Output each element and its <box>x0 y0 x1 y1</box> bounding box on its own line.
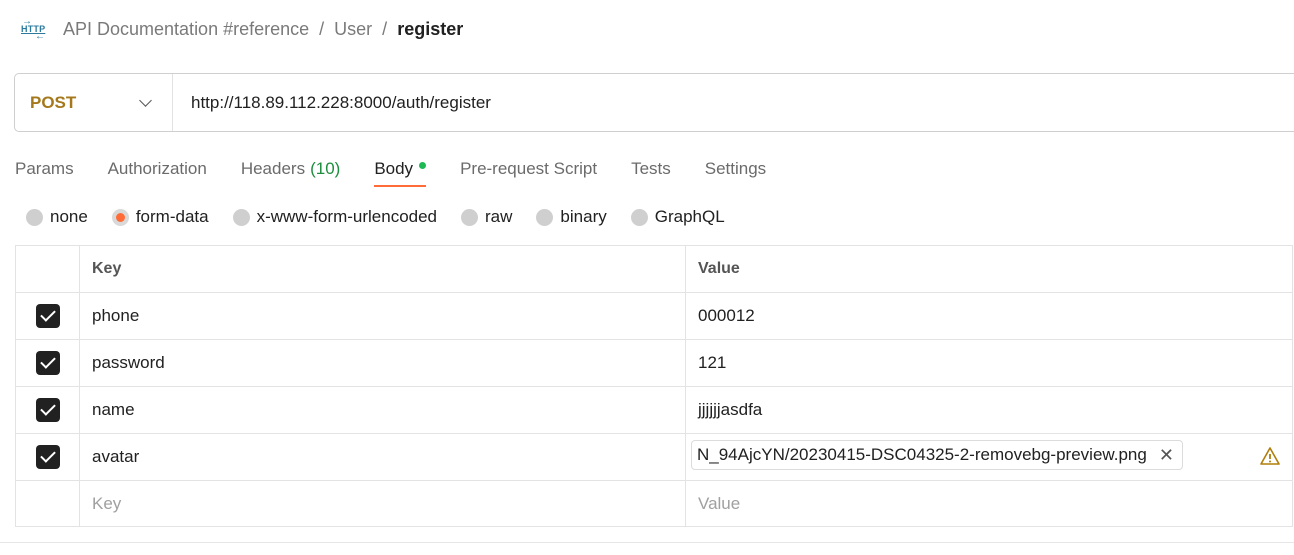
table-row: name jjjjjjasdfa <box>16 387 1292 434</box>
tab-label: Headers <box>240 158 306 178</box>
radio-label: binary <box>560 207 607 226</box>
tab-tests[interactable]: Tests <box>631 150 671 187</box>
value-cell[interactable]: 121 <box>686 340 1292 386</box>
key-cell[interactable]: avatar <box>80 434 686 480</box>
radio-label: x-www-form-urlencoded <box>256 207 438 226</box>
url-input[interactable]: http://118.89.112.228:8000/auth/register <box>173 93 491 113</box>
radio-label: GraphQL <box>654 207 725 226</box>
divider <box>0 542 1294 543</box>
tab-params[interactable]: Params <box>15 150 74 187</box>
tab-authorization[interactable]: Authorization <box>108 150 207 187</box>
tab-label: Authorization <box>107 158 207 178</box>
request-tabs: Params Authorization Headers (10) Body Pr… <box>15 150 800 190</box>
column-header-value: Value <box>698 260 740 277</box>
tab-body[interactable]: Body <box>374 150 427 187</box>
table-row: avatar N_94AjcYN/20230415-DSC04325-2-rem… <box>16 434 1292 481</box>
key-cell[interactable]: password <box>80 340 686 386</box>
row-checkbox[interactable] <box>35 445 60 469</box>
table-header-row: Key Value <box>16 246 1292 293</box>
radio-label: none <box>50 207 88 226</box>
table-row: phone 000012 <box>16 293 1292 340</box>
row-checkbox[interactable] <box>35 304 60 328</box>
breadcrumb-separator: / <box>319 18 325 39</box>
body-type-graphql[interactable]: GraphQL <box>630 207 725 227</box>
headers-count: (10) <box>310 158 341 178</box>
radio-label: raw <box>485 207 513 226</box>
tab-headers[interactable]: Headers (10) <box>241 150 341 187</box>
radio-button[interactable] <box>26 208 43 226</box>
body-type-urlencoded[interactable]: x-www-form-urlencoded <box>232 207 438 227</box>
radio-button[interactable] <box>111 208 129 226</box>
close-icon[interactable]: ✕ <box>1159 446 1174 464</box>
body-type-raw[interactable]: raw <box>461 207 512 227</box>
http-icon: → HTTP ← <box>21 16 46 42</box>
tab-settings[interactable]: Settings <box>705 150 766 187</box>
tab-label: Pre-request Script <box>460 158 598 178</box>
body-type-none[interactable]: none <box>26 207 88 227</box>
table-row: password 121 <box>16 340 1292 387</box>
check-cell <box>16 293 80 339</box>
value-input-placeholder[interactable]: Value <box>686 481 1292 526</box>
check-cell <box>16 434 80 480</box>
method-select[interactable]: POST <box>15 74 173 131</box>
radio-button[interactable] <box>536 208 554 226</box>
warning-icon[interactable] <box>1260 446 1280 466</box>
radio-button[interactable] <box>630 208 648 226</box>
url-bar: POST http://118.89.112.228:8000/auth/reg… <box>14 73 1294 132</box>
radio-button[interactable] <box>461 208 479 226</box>
chevron-down-icon <box>139 93 152 107</box>
body-type-form-data[interactable]: form-data <box>111 207 209 227</box>
breadcrumb-item-folder[interactable]: User <box>334 19 372 40</box>
key-input-placeholder[interactable]: Key <box>80 481 686 526</box>
tab-pre-request-script[interactable]: Pre-request Script <box>460 150 597 187</box>
tab-label: Params <box>15 158 74 178</box>
method-label: POST <box>30 92 77 112</box>
file-name: N_94AjcYN/20230415-DSC04325-2-removebg-p… <box>697 445 1147 464</box>
form-data-table: Key Value phone 000012 password 121 name… <box>15 245 1293 527</box>
value-cell[interactable]: 000012 <box>686 293 1292 339</box>
request-name[interactable]: register <box>397 19 463 40</box>
body-type-binary[interactable]: binary <box>536 207 607 227</box>
value-cell[interactable]: jjjjjjasdfa <box>686 387 1292 433</box>
file-chip[interactable]: N_94AjcYN/20230415-DSC04325-2-removebg-p… <box>691 440 1183 470</box>
header-check-cell <box>16 246 80 292</box>
tab-label: Body <box>374 158 414 178</box>
status-dot <box>419 162 427 169</box>
row-checkbox[interactable] <box>35 351 60 375</box>
column-header-key: Key <box>80 246 686 292</box>
body-type-selector: none form-data x-www-form-urlencoded raw… <box>26 202 749 232</box>
check-cell <box>16 387 80 433</box>
breadcrumb-separator: / <box>382 18 388 39</box>
key-cell[interactable]: phone <box>80 293 686 339</box>
breadcrumb-item-collection[interactable]: API Documentation #reference <box>63 19 309 40</box>
check-cell <box>16 340 80 386</box>
breadcrumb: → HTTP ← API Documentation #reference / Us… <box>20 14 463 44</box>
key-cell[interactable]: name <box>80 387 686 433</box>
table-new-row: Key Value <box>16 481 1292 526</box>
value-cell: N_94AjcYN/20230415-DSC04325-2-removebg-p… <box>686 434 1292 480</box>
tab-label: Settings <box>704 158 767 178</box>
tab-label: Tests <box>631 158 671 178</box>
radio-label: form-data <box>135 207 209 226</box>
check-cell <box>16 481 80 526</box>
row-checkbox[interactable] <box>35 398 60 422</box>
radio-button[interactable] <box>232 208 250 226</box>
